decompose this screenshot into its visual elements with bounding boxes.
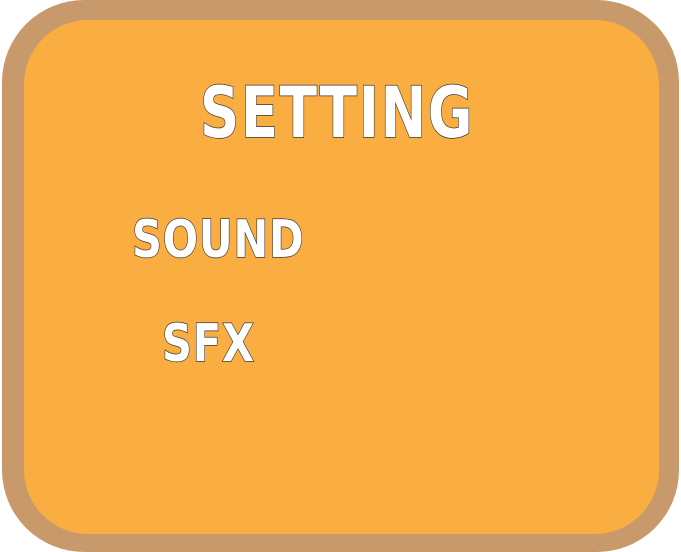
sfx-option[interactable]: SFX	[161, 317, 255, 371]
sound-option[interactable]: SOUND	[131, 213, 304, 267]
settings-title: SETTING	[199, 72, 475, 154]
